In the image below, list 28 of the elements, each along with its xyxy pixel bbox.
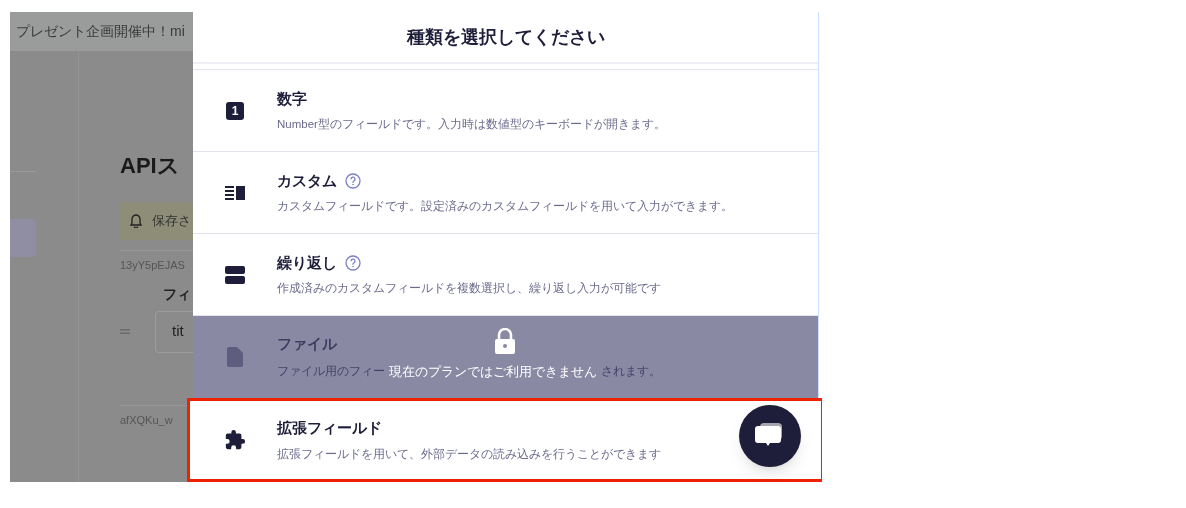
option-description: されます。 [601, 363, 661, 379]
option-description: 作成済みのカスタムフィールドを複数選択し、繰り返し入力が可能です [277, 281, 661, 297]
field-type-option[interactable]: 拡張フィールド 拡張フィールドを用いて、外部データの読み込みを行うことができます [187, 398, 822, 482]
option-description: ファイル用のフィー [277, 363, 385, 379]
dialog-title: 種類を選択してください [193, 12, 818, 64]
notice-text: 保存さ [152, 212, 191, 231]
file-icon [227, 347, 243, 367]
lock-message: 現在のプランではご利用できません [388, 362, 598, 381]
option-description: 拡張フィールドを用いて、外部データの読み込みを行うことができます [277, 446, 661, 462]
page-heading: APIス [120, 152, 181, 180]
stack-icon [225, 265, 245, 284]
option-description: カスタムフィールドです。設定済みのカスタムフィールドを用いて入力ができます。 [277, 199, 733, 215]
option-title: 拡張フィールド [277, 418, 382, 439]
help-icon[interactable] [345, 254, 361, 271]
option-title: 繰り返し [277, 252, 337, 273]
field-label: フィ [163, 284, 192, 304]
option-description: Number型のフィールドです。入力時は数値型のキーボードが開きます。 [277, 117, 666, 133]
announcement-banner: プレゼント企画開催中！mi [10, 12, 193, 51]
option-title: 数字 [277, 88, 307, 109]
help-icon[interactable] [345, 172, 361, 189]
drag-handle-icon[interactable] [120, 329, 130, 334]
puzzle-icon [224, 429, 246, 451]
columns-icon [225, 184, 245, 201]
option-title: ファイル [277, 334, 337, 354]
number-icon: 1 [226, 101, 244, 120]
bell-icon [130, 214, 142, 228]
lock-icon [494, 328, 516, 354]
option-title: カスタム [277, 170, 337, 191]
